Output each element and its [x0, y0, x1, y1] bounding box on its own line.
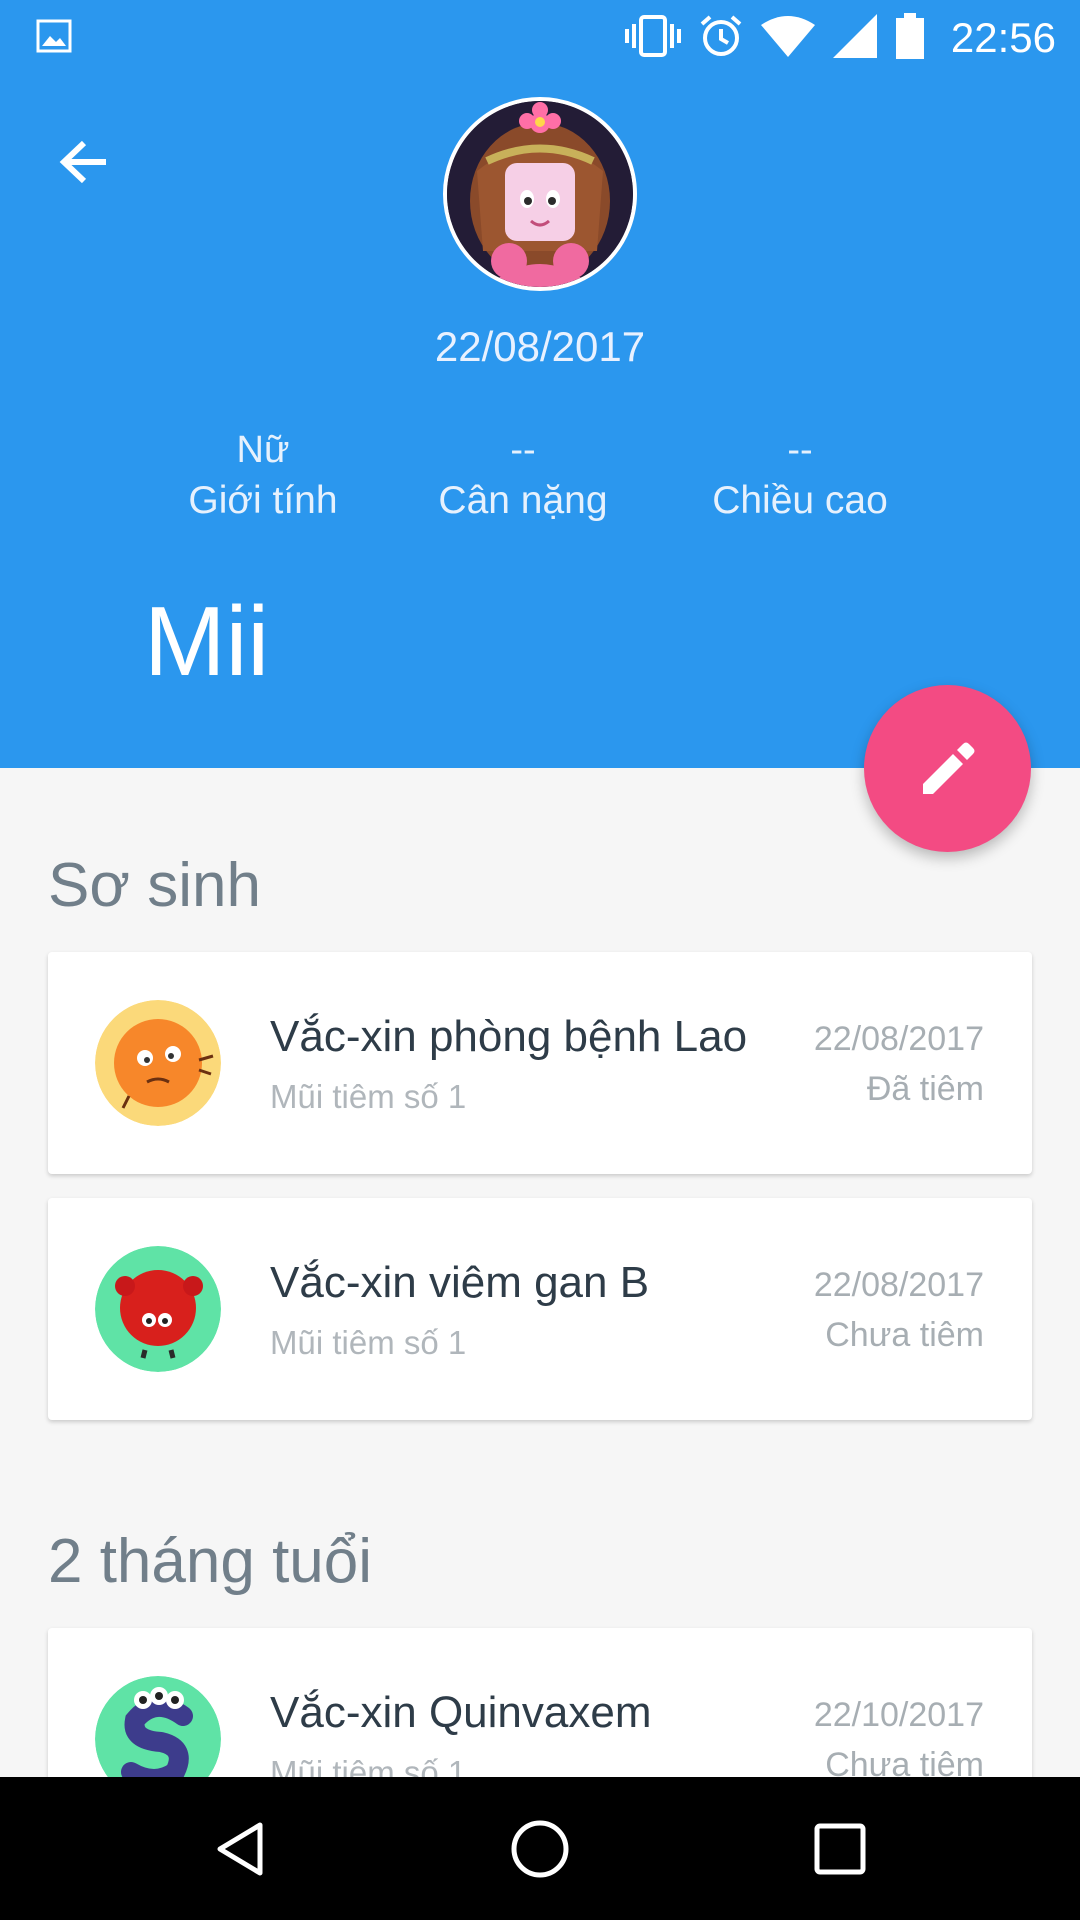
vaccine-dose: Mũi tiêm số 1	[270, 1078, 467, 1115]
battery-icon	[895, 12, 925, 64]
back-button[interactable]	[50, 127, 120, 197]
section-title-2-months: 2 tháng tuổi	[48, 1527, 373, 1596]
child-name: Mii	[144, 586, 270, 696]
stat-height-value: --	[787, 429, 813, 471]
section-title-newborn: Sơ sinh	[48, 851, 261, 920]
stat-gender: Nữ Giới tính	[153, 427, 373, 529]
edit-pencil-icon	[922, 742, 974, 794]
vaccine-title: Vắc-xin viêm gan B	[270, 1258, 650, 1307]
status-bar: 22:56	[0, 0, 1080, 75]
vaccine-date: 22/10/2017	[813, 1696, 984, 1734]
status-time: 22:56	[950, 14, 1056, 61]
nav-back-button[interactable]	[200, 1807, 284, 1891]
vaccine-card-hepb[interactable]: Vắc-xin viêm gan B Mũi tiêm số 1 22/08/2…	[48, 1198, 1032, 1420]
vaccine-card-quinvaxem[interactable]: Vắc-xin Quinvaxem Mũi tiêm số 1 22/10/20…	[48, 1628, 1032, 1777]
nav-recents-button[interactable]	[798, 1807, 882, 1891]
stat-weight-value: --	[510, 429, 536, 471]
edit-button[interactable]	[864, 685, 1031, 852]
hepb-germ-icon	[95, 1246, 221, 1372]
stat-weight: -- Cân nặng	[413, 427, 633, 529]
vaccine-status: Đã tiêm	[866, 1070, 984, 1108]
vaccine-card-tb[interactable]: Vắc-xin phòng bệnh Lao Mũi tiêm số 1 22/…	[48, 952, 1032, 1174]
nav-recents-icon	[814, 1823, 866, 1875]
vaccine-dose: Mũi tiêm số 1	[270, 1754, 467, 1777]
vaccine-date: 22/08/2017	[813, 1020, 984, 1058]
stat-height: -- Chiều cao	[690, 427, 910, 529]
arrow-back-icon	[59, 140, 106, 184]
system-nav-bar	[0, 1777, 1080, 1920]
signal-icon	[832, 13, 877, 63]
stat-weight-label: Cân nặng	[438, 479, 608, 522]
tb-germ-icon	[95, 1000, 221, 1126]
stat-height-label: Chiều cao	[712, 479, 888, 522]
image-icon	[36, 18, 72, 59]
date-of-birth: 22/08/2017	[434, 323, 646, 370]
vaccine-list[interactable]: Sơ sinh Vắc-xin phòng bệnh Lao Mũi tiêm …	[0, 768, 1080, 1777]
avatar-illustration	[447, 101, 633, 287]
nav-home-button[interactable]	[498, 1807, 582, 1891]
profile-header: 22/08/2017 Nữ Giới tính -- Cân nặng -- C…	[0, 75, 1080, 768]
stat-gender-value: Nữ	[236, 429, 290, 471]
alarm-icon	[699, 14, 743, 63]
nav-home-icon	[511, 1820, 569, 1878]
vaccine-title: Vắc-xin phòng bệnh Lao	[270, 1012, 748, 1061]
vaccine-status: Chưa tiêm	[825, 1316, 984, 1354]
quinvaxem-germ-icon	[95, 1676, 221, 1777]
vaccine-title: Vắc-xin Quinvaxem	[270, 1688, 652, 1737]
vaccine-dose: Mũi tiêm số 1	[270, 1324, 467, 1361]
vaccine-status: Chưa tiêm	[825, 1746, 984, 1777]
wifi-icon	[760, 15, 815, 62]
nav-back-icon	[217, 1822, 263, 1876]
avatar	[443, 97, 637, 291]
vibrate-icon	[624, 14, 681, 63]
stat-gender-label: Giới tính	[188, 479, 338, 522]
vaccine-date: 22/08/2017	[813, 1266, 984, 1304]
